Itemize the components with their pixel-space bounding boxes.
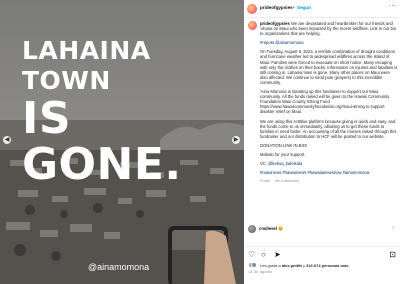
more-options-icon[interactable]: ···	[389, 3, 396, 9]
headline-line-2: IS GONE.	[22, 93, 182, 190]
caption-time: 9 sem	[260, 179, 271, 184]
previous-post-arrow-icon[interactable]: ◀	[3, 136, 11, 144]
caption-intro: prideofgypsies We are devastated and hea…	[260, 21, 398, 36]
liker-avatar	[251, 262, 257, 268]
follow-button[interactable]: Seguir	[297, 5, 311, 10]
image-watermark: @ainamomona	[88, 262, 150, 272]
save-icon[interactable]: ⊡	[389, 250, 396, 260]
caption-meta: 9 sem Ver traducción	[260, 179, 398, 184]
comment-like-icon[interactable]: ♡	[392, 226, 396, 232]
caption-hashtags[interactable]: #mauinews #hawaiinews #hawaiianewsnow #a…	[260, 170, 398, 175]
comment-text: 😢	[278, 226, 284, 231]
comment-icon[interactable]: ○	[261, 250, 266, 260]
likes-middle: y	[302, 263, 305, 268]
see-translation-link[interactable]: Ver traducción	[275, 179, 299, 183]
post-image: LAHAINA TOWN IS GONE. @ainamomona ◀ ▶	[0, 0, 244, 284]
caption-paragraph-4: 'Aina Momona is standing up this fundrai…	[260, 89, 390, 115]
post-details-panel: prideofgypsies • Seguir ··· prideofgypsi…	[244, 0, 400, 284]
commenter-username: cmdiesel 😢	[259, 226, 283, 232]
liker-username[interactable]: alex.pettitt	[282, 263, 302, 268]
likes-prefix: Les gusta a	[260, 263, 281, 268]
likes-count[interactable]: 316.674 personas más	[306, 263, 348, 268]
post-caption: prideofgypsies We are devastated and hea…	[248, 21, 398, 221]
caption-paragraph-3: On Tuesday, August 8, 2023, a terrible c…	[260, 49, 398, 85]
comment-item: cmdiesel 😢 ♡	[248, 224, 398, 236]
caption-repost-tag[interactable]: #repost @ainamomona	[260, 40, 398, 45]
header-separator: •	[293, 5, 295, 10]
caption-credit-prefix: VC:	[260, 161, 269, 167]
next-post-arrow-icon[interactable]: ▶	[232, 136, 240, 144]
caption-avatar[interactable]	[248, 21, 257, 30]
share-icon[interactable]: ➤	[274, 250, 281, 260]
post-date: 14 de agosto	[248, 270, 273, 274]
caption-paragraph-7: Mahalo for your support.	[260, 151, 306, 157]
likes-summary[interactable]: Les gusta a alex.pettitt y 316.674 perso…	[260, 263, 349, 268]
caption-credit: VC: @kekoa_kaleikala	[260, 161, 398, 166]
caption-credit-mention[interactable]: @kekoa_kaleikala	[268, 161, 302, 166]
headline-line-1: LAHAINA TOWN	[22, 36, 151, 95]
commenter-avatar[interactable]	[248, 225, 256, 233]
post-actions: ♡ ○ ➤ ⊡ Les gusta a alex.pettitt y 316.6…	[244, 246, 400, 284]
like-icon[interactable]: ♡	[248, 250, 255, 260]
action-icons: ♡ ○ ➤ ⊡	[248, 250, 396, 260]
post-headline: LAHAINA TOWN IS GONE.	[22, 36, 232, 188]
author-avatar[interactable]	[247, 4, 257, 14]
caption-paragraph-6: DONATION LINK IN BIO!	[260, 142, 308, 148]
liker-avatars	[248, 262, 257, 269]
caption-paragraph-5: We are using this ActBlue platform becau…	[260, 118, 397, 139]
commenter-username-text[interactable]: cmdiesel	[259, 226, 277, 231]
author-username[interactable]: prideofgypsies	[260, 5, 293, 10]
post-header: prideofgypsies • Seguir ···	[244, 0, 400, 18]
